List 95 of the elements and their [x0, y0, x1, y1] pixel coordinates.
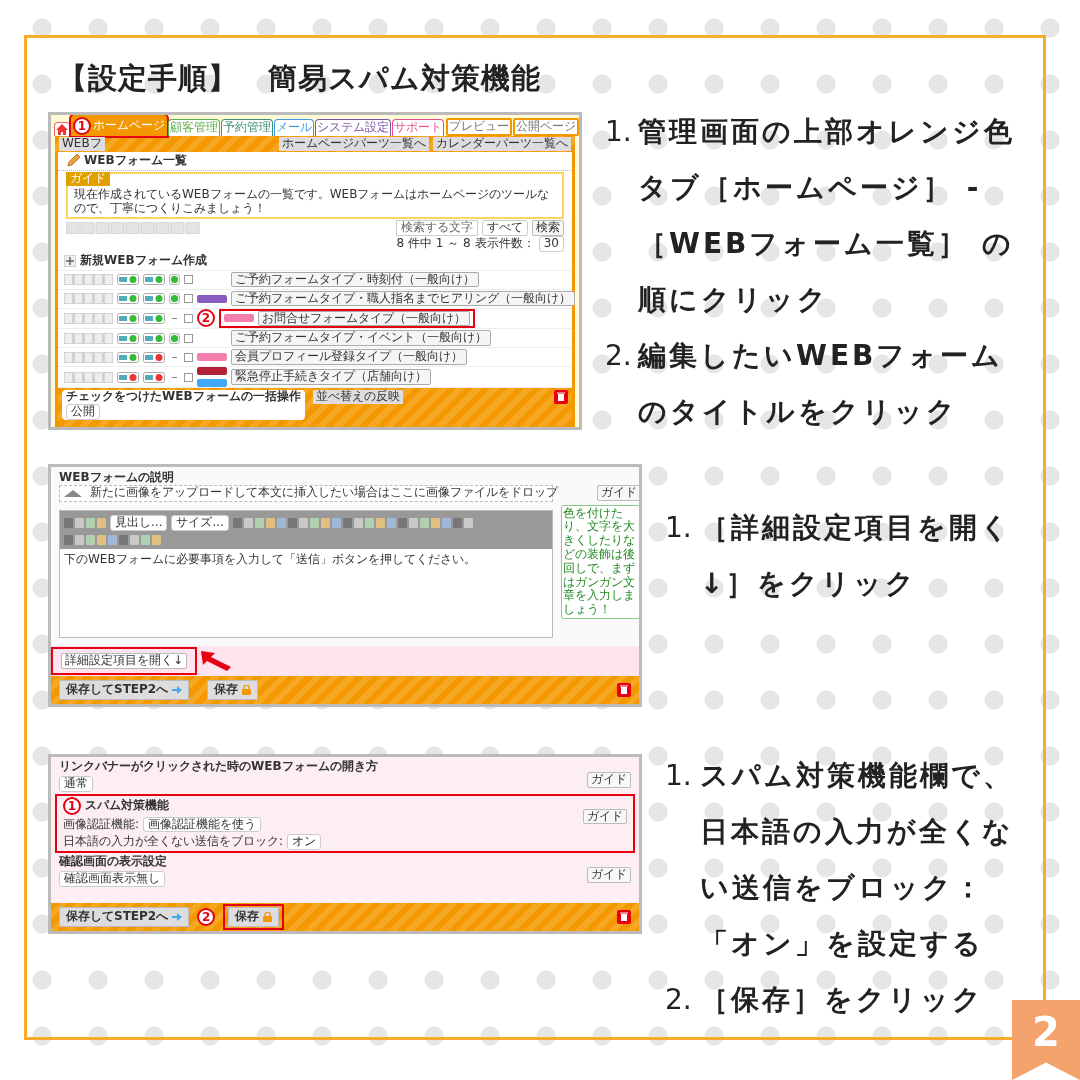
header-button[interactable]: 公開ページ — [513, 118, 579, 136]
trash-icon[interactable] — [554, 390, 568, 405]
pencil-icon — [66, 154, 80, 168]
result-count: 8 件中 1 ～ 8 — [396, 237, 471, 251]
menu-tab[interactable]: システム設定 — [315, 119, 391, 136]
reorder-button[interactable]: 並べ替えの反映 — [312, 390, 403, 405]
setting-label: 確認画面の表示設定 — [59, 855, 167, 869]
page-heading: WEBフォーム一覧 — [84, 154, 187, 168]
arrow-right-icon — [172, 685, 183, 695]
per-page-select[interactable]: 30 — [538, 236, 564, 252]
field-label: 画像認証機能: — [63, 817, 140, 832]
menu-tab[interactable]: サポート — [392, 119, 444, 136]
pointer-arrow — [201, 651, 232, 671]
guide-button[interactable]: ガイド — [597, 484, 639, 501]
plus-icon — [64, 254, 76, 267]
page-number-ribbon: 2 — [1012, 1000, 1080, 1080]
setting-label: リンクバナーがクリックされた時のWEBフォームの開き方 — [59, 760, 378, 774]
save-button[interactable]: 保存 — [207, 680, 259, 700]
field-label: 日本語の入力が全くない送信をブロック: — [63, 835, 284, 850]
scope-select[interactable]: すべて — [482, 220, 528, 236]
setting-label: スパム対策機能 — [85, 798, 169, 813]
guide-button[interactable]: ガイド — [583, 808, 627, 825]
row-tools-drawing — [64, 371, 113, 383]
row-tools-drawing — [64, 313, 113, 324]
editor-toolbar-drawing — [64, 517, 106, 528]
arrow-right-icon — [172, 912, 183, 922]
form-title-button[interactable]: ご予約フォームタイプ・職人指名までヒアリング（一般向け） — [231, 290, 575, 307]
lock-icon — [263, 912, 273, 922]
menu-tab[interactable]: 1 ホームページ — [71, 115, 167, 136]
upload-icon — [64, 489, 82, 498]
parts-link-button[interactable]: ホームページパーツ一覧へ — [279, 137, 429, 151]
step-number: 2. — [665, 982, 693, 1018]
step-number: 1. — [665, 510, 693, 546]
trash-icon[interactable] — [617, 910, 631, 924]
search-field[interactable]: 検索する文字 — [396, 220, 478, 236]
step-number-marker: 1 — [73, 117, 91, 135]
step-text: 管理画面の上部オレンジ色タブ［ホームページ］ - ［WEBフォーム一覧］ の順にクリック — [638, 114, 1016, 318]
step-text: 編集したいWEBフォームのタイトルをクリック — [638, 338, 1005, 430]
guide-button[interactable]: ガイド — [587, 772, 631, 788]
row-tools-drawing — [64, 351, 113, 363]
tip-bubble: 色を付けたり、文字を大きくしたりなどの装飾は後回しで、まずはガンガン文章を入力しましょう！ — [561, 504, 639, 619]
form-title-button[interactable]: お問合せフォームタイプ（一般向け） — [258, 310, 470, 327]
per-page-label: 表示件数： — [474, 237, 535, 251]
save-and-next-button[interactable]: 保存してSTEP2へ — [59, 680, 190, 700]
form-title-button[interactable]: 緊急停止手続きタイプ（店舗向け） — [231, 369, 431, 386]
drop-zone-text: 新たに画像をアップロードして本文に挿入したい場合はここに画像ファイルをドロップ — [90, 486, 558, 501]
step-number-marker: 2 — [197, 309, 215, 328]
parts-link-button[interactable]: カレンダーパーツ一覧へ — [433, 137, 571, 151]
row-tools-drawing — [64, 274, 113, 286]
section-heading: WEBフォームの説明 — [59, 471, 175, 485]
lock-icon — [242, 685, 252, 695]
guide-text: 現在作成されているWEBフォームの一覧です。WEBフォームはホームページのツールなので、丁寧につくりこみましょう！ — [74, 188, 551, 216]
row-tools-drawing — [64, 332, 113, 344]
step-text: ［保存］をクリック — [700, 982, 985, 1018]
breadcrumb-label: WEBフ — [59, 137, 105, 151]
step-number: 2. — [605, 338, 633, 374]
form-title-button[interactable]: ご予約フォームタイプ・時刻付（一般向け） — [231, 271, 479, 288]
setting-select[interactable]: 確認画面表示無し — [59, 871, 165, 887]
menu-tab[interactable]: 予約管理 — [221, 119, 273, 136]
header-button[interactable]: プレビュー — [446, 118, 512, 136]
setting-select[interactable]: オン — [287, 834, 322, 851]
step-text: ［詳細設定項目を開く↓］をクリック — [700, 510, 1013, 602]
step-number: 1. — [665, 758, 693, 794]
bulk-action-title: チェックをつけたWEBフォームの一括操作 — [66, 390, 301, 405]
new-form-link[interactable]: 新規WEBフォーム作成 — [80, 253, 207, 268]
size-select[interactable]: サイズ... — [171, 514, 229, 531]
home-icon — [56, 124, 68, 135]
guide-label: ガイド — [66, 172, 110, 186]
form-title-button[interactable]: 会員プロフィール登録タイプ（一般向け） — [231, 349, 467, 366]
rich-text-editor[interactable]: 見出し... サイズ... 下のWEBフォームに必要事項を入力して「送信」ボタンを押してください。 — [59, 509, 553, 638]
trash-icon[interactable] — [617, 683, 631, 697]
page-title: 【設定手順】 簡易スパム対策機能 — [58, 60, 542, 97]
guide-button[interactable]: ガイド — [587, 867, 631, 883]
step-number: 1. — [605, 114, 633, 150]
detail-settings-button[interactable]: 詳細設定項目を開く↓ — [61, 653, 188, 669]
editor-body-text: 下のWEBフォームに必要事項を入力して「送信」ボタンを押してください。 — [63, 550, 477, 568]
status-select[interactable]: 公開 — [66, 404, 100, 420]
checkbox[interactable] — [184, 314, 193, 323]
checkbox[interactable] — [184, 275, 193, 285]
row-tools-drawing — [64, 293, 113, 305]
heading-select[interactable]: 見出し... — [110, 514, 168, 531]
home-tab[interactable] — [54, 122, 70, 136]
setting-select[interactable]: 通常 — [59, 775, 93, 792]
save-and-next-button[interactable]: 保存してSTEP2へ — [59, 907, 190, 927]
step-number-marker: 2 — [197, 908, 216, 926]
step-text: スパム対策機能欄で、日本語の入力が全くない送信をブロック：「オン」を設定する — [700, 758, 1015, 962]
setting-select[interactable]: 画像認証機能を使う — [143, 816, 262, 833]
step-number-marker: 1 — [63, 796, 81, 815]
search-button[interactable]: 検索 — [532, 220, 564, 236]
checkbox[interactable] — [184, 294, 193, 304]
checkbox[interactable] — [184, 333, 193, 343]
checkbox[interactable] — [184, 352, 193, 362]
save-button[interactable]: 保存 — [228, 907, 280, 927]
form-title-button[interactable]: ご予約フォームタイプ・イベント（一般向け） — [231, 330, 491, 347]
checkbox[interactable] — [184, 372, 193, 382]
